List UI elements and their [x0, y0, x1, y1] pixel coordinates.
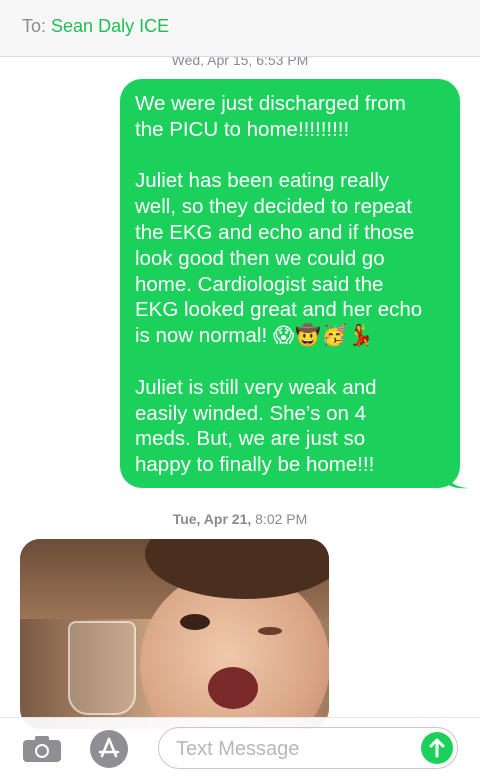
message-paragraph: We were just discharged from the PICU to… [135, 92, 406, 141]
message-timestamp: Tue, Apr 21, 8:02 PM [0, 511, 480, 527]
arrow-up-icon [429, 738, 445, 758]
message-header: To: Sean Daly ICE [0, 0, 480, 57]
send-button[interactable] [421, 732, 453, 764]
message-paragraph: Juliet is still very weak and easily win… [135, 375, 377, 477]
timestamp-time: 8:02 PM [255, 511, 308, 527]
compose-toolbar: Text Message [0, 717, 480, 776]
emoji-reactions: 😱🤠🥳💃 [272, 324, 375, 348]
timestamp-day: Tue, Apr 21, [172, 511, 252, 527]
bubble-tail-icon [446, 471, 468, 489]
camera-icon[interactable] [22, 735, 62, 763]
to-prefix: To: [22, 16, 47, 36]
message-text: Juliet has been eating really well, so t… [135, 169, 423, 348]
message-paragraph: Juliet has been eating really well, so t… [135, 168, 446, 349]
recipient-line[interactable]: To: Sean Daly ICE [22, 16, 169, 37]
recipient-name[interactable]: Sean Daly ICE [51, 16, 169, 36]
sent-message-bubble[interactable]: We were just discharged from the PICU to… [120, 79, 460, 488]
glass-image-detail [68, 621, 136, 715]
input-placeholder: Text Message [176, 738, 300, 760]
app-store-button[interactable] [90, 730, 128, 768]
received-photo[interactable] [20, 539, 329, 729]
app-store-icon [98, 737, 120, 758]
message-input[interactable]: Text Message [158, 727, 458, 769]
